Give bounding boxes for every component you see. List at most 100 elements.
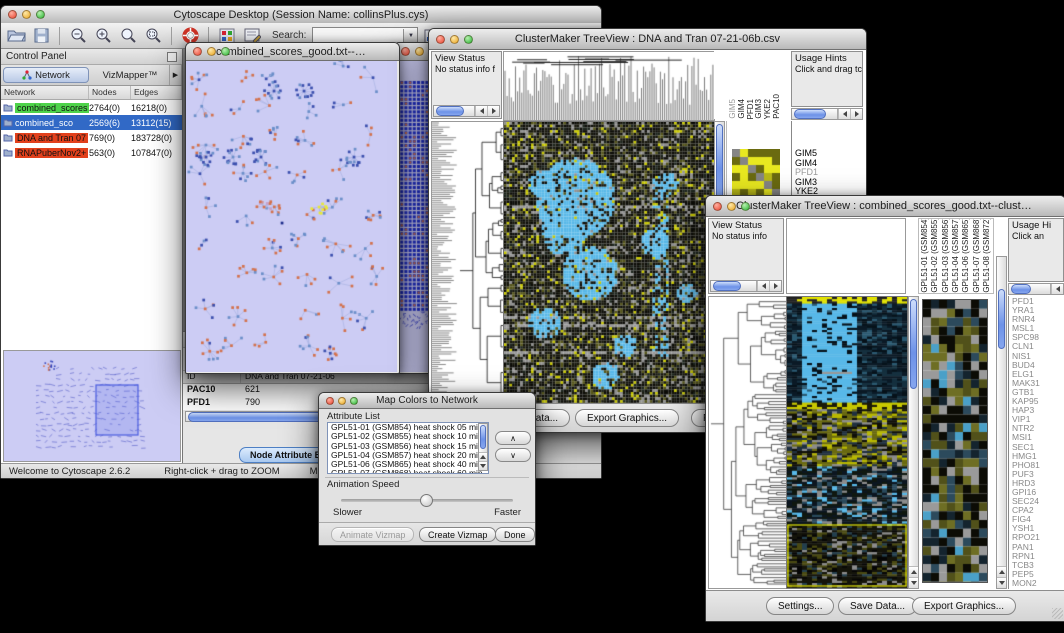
close-button[interactable] — [326, 397, 334, 405]
scroll-down-button[interactable] — [909, 577, 918, 588]
tab-vizmapper[interactable]: VizMapper™ — [91, 65, 170, 85]
tv2-hints-hscrollbar[interactable] — [1008, 283, 1064, 295]
attribute-item[interactable]: GPL51-07 (GSM868) heat shock 60 min — [328, 469, 488, 474]
close-button[interactable] — [436, 35, 445, 44]
zoom-out-button[interactable] — [67, 26, 89, 46]
close-button[interactable] — [193, 47, 202, 56]
tv2-status-hscrollbar[interactable] — [710, 280, 782, 292]
tab-overflow-button[interactable]: ▶ — [170, 65, 182, 85]
minimize-button[interactable] — [338, 397, 346, 405]
tv2-settings-button[interactable]: Settings... — [766, 597, 834, 615]
scroll-right-button[interactable] — [487, 106, 499, 116]
scroll-left-button[interactable] — [475, 106, 487, 116]
float-panel-icon[interactable] — [167, 52, 177, 62]
network-overview[interactable] — [3, 350, 181, 462]
network-view-titlebar[interactable]: combined_scores_good.txt--cluste... — [186, 43, 399, 61]
dialog-titlebar[interactable]: Map Colors to Network — [319, 393, 535, 409]
zoom-button[interactable] — [741, 202, 750, 211]
scrollbar-thumb[interactable] — [1011, 284, 1031, 294]
search-dropdown-button[interactable]: ▼ — [403, 29, 417, 42]
zoom-in-button[interactable] — [92, 26, 114, 46]
main-titlebar[interactable]: Cytoscape Desktop (Session Name: collins… — [1, 6, 601, 24]
move-attribute-up-button[interactable]: ∧ — [495, 431, 531, 445]
tv1-summary-matrix-canvas[interactable] — [732, 149, 780, 197]
tv1-export-graphics-button[interactable]: Export Graphics... — [575, 409, 679, 427]
scroll-up-button[interactable] — [909, 566, 918, 577]
done-button[interactable]: Done — [495, 527, 535, 542]
tv2-column-dendrogram-area[interactable] — [786, 218, 906, 294]
zoom-button[interactable] — [350, 397, 358, 405]
close-button[interactable] — [713, 202, 722, 211]
tab-network[interactable]: Network — [3, 67, 89, 83]
array-column-label[interactable]: GPL51-01 (GSM854) — [921, 218, 929, 293]
scroll-left-button[interactable] — [838, 109, 850, 119]
scrollbar-thumb[interactable] — [436, 106, 464, 116]
gene-column-label[interactable]: GIM4 — [738, 99, 746, 119]
tv2-row-dendrogram-canvas[interactable] — [708, 296, 787, 589]
attribute-list-vscrollbar[interactable] — [478, 423, 488, 471]
tv2-genes-vscrollbar[interactable] — [996, 256, 1007, 589]
network-view-canvas[interactable] — [186, 61, 397, 372]
treeview1-titlebar[interactable]: ClusterMaker TreeView : DNA and Tran 07-… — [429, 29, 866, 50]
network-overview-canvas[interactable] — [4, 351, 178, 459]
tv2-export-graphics-button[interactable]: Export Graphics... — [912, 597, 1016, 615]
gene-column-label[interactable]: GIM5 — [729, 99, 737, 119]
minimize-button[interactable] — [415, 47, 424, 56]
scrollbar-thumb[interactable] — [716, 124, 723, 198]
scroll-down-button[interactable] — [479, 461, 487, 470]
zoom-selected-button[interactable] — [142, 26, 164, 46]
minimize-button[interactable] — [450, 35, 459, 44]
minimize-button[interactable] — [727, 202, 736, 211]
scrollbar-thumb[interactable] — [998, 289, 1005, 349]
minimize-button[interactable] — [22, 10, 31, 19]
zoom-button[interactable] — [464, 35, 473, 44]
scroll-right-button[interactable] — [769, 281, 781, 291]
scroll-down-button[interactable] — [997, 577, 1006, 588]
scroll-right-button[interactable] — [850, 109, 862, 119]
scroll-up-button[interactable] — [479, 452, 487, 461]
tv1-column-dendrogram-canvas[interactable] — [503, 51, 715, 121]
zoom-fit-button[interactable] — [117, 26, 139, 46]
array-column-label[interactable]: GPL51-04 (GSM857) — [952, 218, 960, 293]
close-button[interactable] — [8, 10, 17, 19]
gene-column-label[interactable]: PAC10 — [773, 94, 781, 119]
save-session-button[interactable] — [30, 26, 52, 46]
array-column-label[interactable]: GPL51-07 (GSM868) — [973, 218, 981, 293]
network-row[interactable]: RNAPuberNov2+ 563(0) 107847(0) — [1, 145, 182, 160]
array-column-label[interactable]: GPL51-08 (GSM872) — [983, 218, 991, 293]
minimize-button[interactable] — [207, 47, 216, 56]
scrollbar-thumb[interactable] — [910, 299, 917, 389]
tv2-save-data-button[interactable]: Save Data... — [838, 597, 917, 615]
tv2-zoom-view-canvas[interactable] — [922, 299, 988, 583]
resize-grip[interactable] — [1052, 608, 1063, 619]
tv1-row-dendrogram-canvas[interactable] — [431, 121, 503, 404]
gene-column-label[interactable]: YKE2 — [764, 99, 772, 119]
gene-list-item[interactable]: MON2 — [1012, 579, 1064, 588]
network-row[interactable]: DNA and Tran 07 769(0) 183728(0) — [1, 130, 182, 145]
zoom-button[interactable] — [221, 47, 230, 56]
network-row[interactable]: combined_sco 2569(6) 13112(15) — [1, 115, 182, 130]
network-row[interactable]: combined_scores 2764(0) 16218(0) — [1, 100, 182, 115]
slider-thumb[interactable] — [420, 494, 433, 507]
open-session-button[interactable] — [5, 26, 27, 46]
animate-vizmap-button[interactable]: Animate Vizmap — [331, 527, 414, 542]
scroll-left-button[interactable] — [757, 281, 769, 291]
create-vizmap-button[interactable]: Create Vizmap — [419, 527, 496, 542]
zoom-button[interactable] — [36, 10, 45, 19]
tv1-heatmap-canvas[interactable] — [503, 121, 715, 404]
tv1-status-hscrollbar[interactable] — [433, 105, 500, 117]
array-column-label[interactable]: GPL51-06 (GSM865) — [962, 218, 970, 293]
tv2-heatmap-canvas[interactable] — [786, 296, 908, 589]
scroll-up-button[interactable] — [997, 566, 1006, 577]
scrollbar-thumb[interactable] — [713, 281, 741, 291]
tv1-hints-hscrollbar[interactable] — [791, 108, 863, 120]
array-column-label[interactable]: GPL51-02 (GSM855) — [931, 218, 939, 293]
move-attribute-down-button[interactable]: ∨ — [495, 448, 531, 462]
close-button[interactable] — [401, 47, 410, 56]
scrollbar-thumb[interactable] — [480, 425, 486, 449]
array-column-label[interactable]: GPL51-03 (GSM856) — [942, 218, 950, 293]
treeview2-titlebar[interactable]: ClusterMaker TreeView : combined_scores_… — [706, 196, 1064, 217]
scrollbar-thumb[interactable] — [794, 109, 826, 119]
tv2-vscrollbar[interactable] — [908, 296, 919, 589]
scroll-left-button[interactable] — [1051, 284, 1063, 294]
